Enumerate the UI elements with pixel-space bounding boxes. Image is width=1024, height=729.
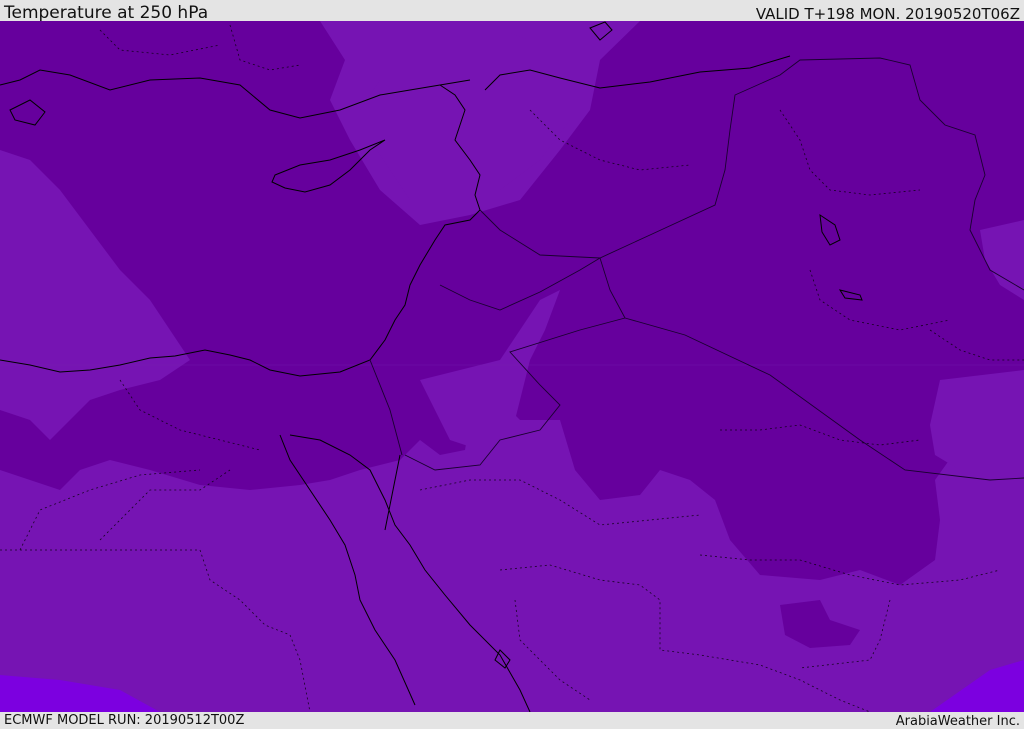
model-run-label: ECMWF MODEL RUN: 20190512T00Z — [4, 713, 245, 728]
header-bar: Temperature at 250 hPa VALID T+198 MON. … — [0, 0, 1024, 23]
footer-bar: ECMWF MODEL RUN: 20190512T00Z ArabiaWeat… — [0, 712, 1024, 729]
credit-label: ArabiaWeather Inc. — [895, 714, 1020, 729]
map-title: Temperature at 250 hPa — [4, 3, 209, 23]
mid-band-intrusion-east — [930, 370, 1024, 475]
weather-map — [0, 21, 1024, 712]
